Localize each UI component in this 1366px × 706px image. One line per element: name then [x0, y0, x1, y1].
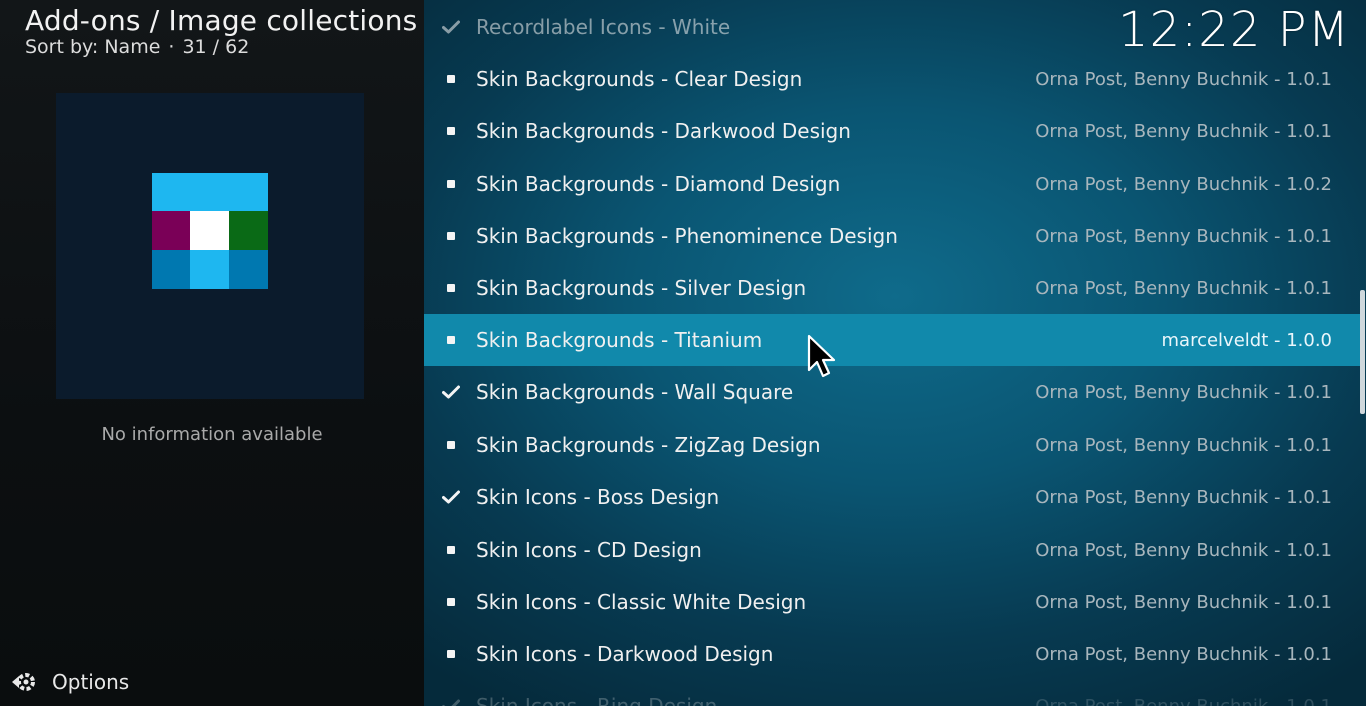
list-item[interactable]: Skin Backgrounds - Wall Square Orna Post,…: [424, 366, 1362, 418]
checkmark-glyph: [442, 490, 460, 504]
bullet-square-icon: [436, 441, 466, 449]
list-item-title: Skin Icons - Boss Design: [476, 485, 720, 509]
list-item-author-version: Orna Post, Benny Buchnik - 1.0.1: [1035, 695, 1332, 706]
clock: 12:22 PM: [1118, 2, 1350, 58]
bullet-square-icon: [436, 127, 466, 135]
info-panel: Add-ons / Image collections Sort by: Nam…: [0, 0, 424, 706]
addon-list[interactable]: Recordlabel Icons - White Skin Background…: [424, 0, 1366, 706]
scrollbar[interactable]: [1360, 290, 1365, 414]
bullet-square: [447, 546, 455, 554]
bullet-square: [447, 180, 455, 188]
list-item-author-version: Orna Post, Benny Buchnik - 1.0.1: [1035, 277, 1332, 299]
mosaic-top: [152, 173, 268, 211]
list-item[interactable]: Skin Icons - CD Design Orna Post, Benny B…: [424, 524, 1362, 576]
list-item-title: Skin Backgrounds - ZigZag Design: [476, 433, 821, 457]
mosaic-bottom-left: [152, 250, 190, 289]
list-item-author-version: Orna Post, Benny Buchnik - 1.0.2: [1035, 173, 1332, 195]
mosaic-right: [229, 211, 268, 250]
list-item[interactable]: Skin Backgrounds - Diamond Design Orna Po…: [424, 158, 1362, 210]
bullet-square-icon: [436, 650, 466, 658]
list-item[interactable]: Skin Backgrounds - ZigZag Design Orna Pos…: [424, 419, 1362, 471]
mouse-pointer-icon: [807, 334, 836, 378]
addon-thumbnail: [56, 93, 364, 399]
bullet-square: [447, 127, 455, 135]
bullet-square-icon: [436, 284, 466, 292]
list-item-title: Skin Icons - Darkwood Design: [476, 642, 774, 666]
list-item-title: Skin Backgrounds - Silver Design: [476, 276, 807, 300]
list-item-author-version: Orna Post, Benny Buchnik - 1.0.1: [1035, 486, 1332, 508]
page-title: Add-ons / Image collections: [25, 4, 418, 37]
info-text: No information available: [101, 424, 323, 445]
list-item-title: Skin Backgrounds - Phenominence Design: [476, 224, 898, 248]
list-item-title: Skin Backgrounds - Wall Square: [476, 380, 794, 404]
checkmark-icon: [436, 385, 466, 399]
checkmark-icon: [436, 20, 466, 34]
list-item[interactable]: Skin Backgrounds - Darkwood Design Orna P…: [424, 105, 1362, 157]
list-item-author-version: Orna Post, Benny Buchnik - 1.0.1: [1035, 434, 1332, 456]
options-label: Options: [52, 670, 130, 694]
list-item-title: Skin Backgrounds - Darkwood Design: [476, 119, 851, 143]
bullet-square-icon: [436, 598, 466, 606]
list-item-title: Skin Backgrounds - Diamond Design: [476, 172, 841, 196]
mosaic-center: [190, 211, 229, 250]
gear-arrow-icon: [12, 673, 35, 691]
list-item-title: Skin Icons - Ring Design: [476, 694, 718, 706]
mosaic-left: [152, 211, 190, 250]
list-item-author-version: Orna Post, Benny Buchnik - 1.0.1: [1035, 120, 1332, 142]
bullet-square-icon: [436, 232, 466, 240]
bullet-square: [447, 441, 455, 449]
options-button[interactable]: Options: [10, 666, 129, 698]
list-item-title: Skin Icons - Classic White Design: [476, 590, 807, 614]
bullet-square-icon: [436, 336, 466, 344]
mosaic-bottom-center: [190, 250, 229, 289]
bullet-square: [447, 284, 455, 292]
bullet-square: [447, 232, 455, 240]
bullet-square: [447, 650, 455, 658]
checkmark-icon: [436, 699, 466, 706]
sort-status: Sort by: Name · 31 / 62: [25, 36, 249, 58]
list-item-author-version: Orna Post, Benny Buchnik - 1.0.1: [1035, 68, 1332, 90]
checkmark-icon: [436, 490, 466, 504]
list-item-author-version: Orna Post, Benny Buchnik - 1.0.1: [1035, 591, 1332, 613]
list-item-author-version: Orna Post, Benny Buchnik - 1.0.1: [1035, 643, 1332, 665]
list-position: 31 / 62: [182, 36, 250, 58]
checkmark-glyph: [442, 699, 460, 706]
list-item[interactable]: Skin Icons - Ring Design Orna Post, Benny…: [424, 680, 1362, 706]
list-item-title: Skin Icons - CD Design: [476, 538, 702, 562]
list-item-author-version: Orna Post, Benny Buchnik - 1.0.1: [1035, 381, 1332, 403]
bullet-square: [447, 75, 455, 83]
checkmark-glyph: [442, 20, 460, 34]
separator-dot: ·: [168, 36, 175, 58]
bullet-square: [447, 336, 455, 344]
checkmark-glyph: [442, 385, 460, 399]
list-item[interactable]: Skin Backgrounds - Clear Design Orna Post…: [424, 53, 1362, 105]
list-item-author-version: Orna Post, Benny Buchnik - 1.0.1: [1035, 539, 1332, 561]
list-item-title: Skin Backgrounds - Clear Design: [476, 67, 803, 91]
list-item[interactable]: Skin Icons - Boss Design Orna Post, Benny…: [424, 471, 1362, 523]
bullet-square-icon: [436, 180, 466, 188]
bullet-square-icon: [436, 75, 466, 83]
sort-label: Sort by: Name: [25, 36, 161, 58]
list-item[interactable]: Skin Icons - Classic White Design Orna Po…: [424, 576, 1362, 628]
list-item[interactable]: Skin Backgrounds - Phenominence Design Or…: [424, 210, 1362, 262]
list-item-author-version: Orna Post, Benny Buchnik - 1.0.1: [1035, 225, 1332, 247]
list-item-focused[interactable]: Skin Backgrounds - Titanium marcelveldt -…: [424, 314, 1362, 366]
list-item[interactable]: Skin Backgrounds - Silver Design Orna Pos…: [424, 262, 1362, 314]
bullet-square: [447, 598, 455, 606]
list-item-author-version: marcelveldt - 1.0.0: [1161, 329, 1333, 351]
bullet-square-icon: [436, 546, 466, 554]
list-item[interactable]: Skin Icons - Darkwood Design Orna Post, B…: [424, 628, 1362, 680]
mosaic-bottom-right: [229, 250, 268, 289]
addon-logo-icon: [152, 173, 268, 289]
